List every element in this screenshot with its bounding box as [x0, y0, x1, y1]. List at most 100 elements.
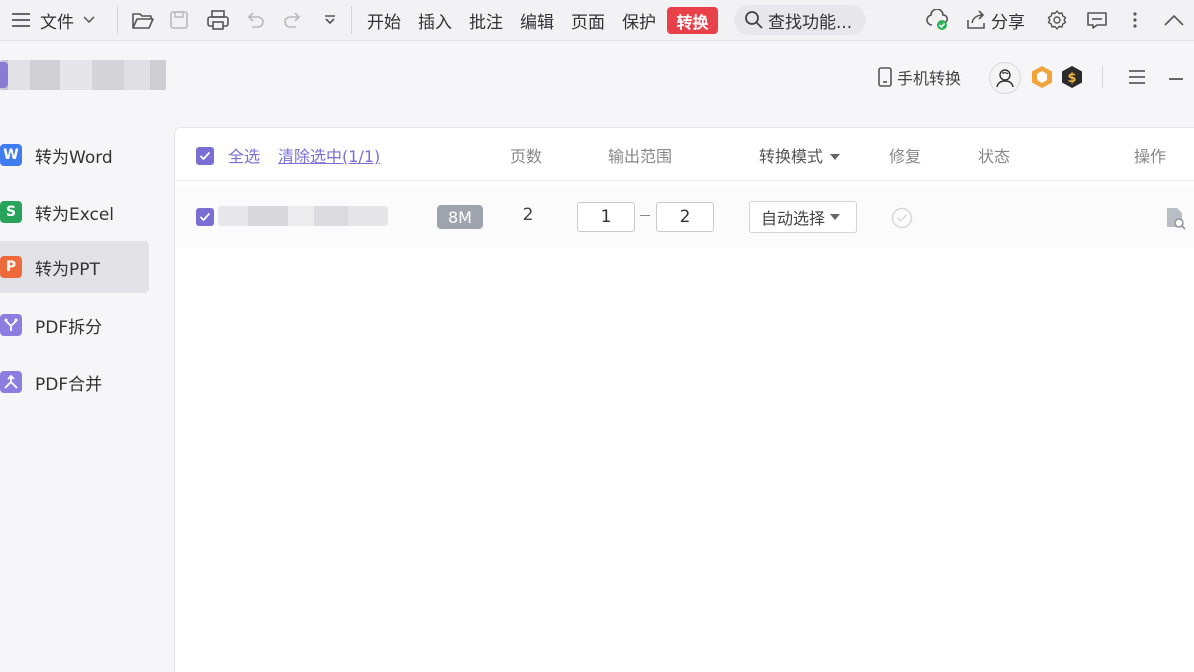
- minimize-button[interactable]: [1168, 57, 1184, 97]
- file-menu-label: 文件: [40, 12, 74, 33]
- sidebar-item-label: 转为Word: [35, 147, 113, 168]
- gear-icon: [1047, 10, 1067, 30]
- divider: [117, 6, 118, 34]
- tab-label: 批注: [469, 12, 503, 33]
- tab-insert[interactable]: 插入: [418, 0, 452, 40]
- chevron-down-icon: [325, 15, 335, 25]
- document-title-redacted: [0, 60, 166, 90]
- tab-label: 页面: [571, 12, 605, 33]
- word-icon: W: [0, 144, 22, 166]
- more-button[interactable]: [1130, 0, 1140, 40]
- avatar[interactable]: [989, 62, 1021, 94]
- hamburger-icon: [12, 13, 30, 27]
- membership-badge-icon[interactable]: [1030, 65, 1054, 89]
- range-to-input[interactable]: 2: [656, 202, 714, 232]
- tab-comment[interactable]: 批注: [469, 0, 503, 40]
- cloud-sync-icon: [926, 9, 949, 30]
- divider: [1102, 66, 1103, 88]
- menu-button[interactable]: [1127, 57, 1147, 97]
- file-menu[interactable]: 文件: [10, 0, 96, 40]
- ppt-icon: P: [0, 256, 22, 278]
- file-name-redacted: [218, 206, 388, 226]
- undo-button[interactable]: [245, 0, 265, 40]
- share-label: 分享: [991, 12, 1025, 33]
- printer-icon: [207, 10, 229, 30]
- tab-label: 开始: [367, 12, 401, 33]
- page-count: 2: [522, 205, 534, 225]
- settings-button[interactable]: [1046, 0, 1068, 40]
- tab-start[interactable]: 开始: [367, 0, 401, 40]
- phone-convert-label: 手机转换: [897, 69, 962, 88]
- sidebar-item-to-ppt[interactable]: P 转为PPT: [0, 241, 149, 293]
- caret-down-icon: [830, 214, 841, 220]
- select-all-label[interactable]: 全选: [228, 145, 260, 169]
- row-checkbox[interactable]: [196, 208, 214, 226]
- phone-icon: [878, 67, 892, 87]
- repair-check-icon[interactable]: [891, 207, 913, 229]
- sidebar-item-label: PDF合并: [35, 374, 103, 395]
- select-all-checkbox[interactable]: [196, 147, 214, 165]
- tab-edit[interactable]: 编辑: [520, 0, 554, 40]
- excel-icon: S: [0, 201, 22, 223]
- save-button[interactable]: [169, 0, 189, 40]
- split-icon: [0, 314, 22, 336]
- redo-button[interactable]: [283, 0, 303, 40]
- search-label: 查找功能...: [768, 12, 853, 33]
- print-button[interactable]: [206, 0, 230, 40]
- tab-convert[interactable]: 转换: [667, 7, 718, 34]
- sidebar: W 转为Word S 转为Excel P 转为PPT PDF拆分 PDF合并: [0, 127, 174, 672]
- range-from-input[interactable]: 1: [577, 202, 635, 232]
- feedback-button[interactable]: [1086, 0, 1108, 40]
- search-functions[interactable]: 查找功能...: [734, 5, 866, 35]
- sidebar-item-label: 转为PPT: [35, 259, 100, 280]
- column-header-pages: 页数: [510, 147, 543, 166]
- message-icon: [1087, 12, 1107, 29]
- column-header-mode[interactable]: 转换模式: [759, 145, 841, 169]
- file-size-badge: 8M: [437, 205, 483, 229]
- hamburger-icon: [1129, 70, 1145, 84]
- column-header-range: 输出范围: [608, 147, 673, 166]
- check-icon: [199, 212, 211, 222]
- merge-icon: [0, 371, 22, 393]
- tab-label: 保护: [622, 12, 656, 33]
- conversion-mode-value: 自动选择: [761, 209, 826, 228]
- minimize-icon: [1169, 78, 1183, 80]
- divider: [351, 6, 352, 34]
- quick-access-dropdown[interactable]: [323, 0, 337, 40]
- more-vertical-icon: [1133, 12, 1137, 28]
- header-divider: [176, 180, 1194, 181]
- undo-icon: [247, 12, 264, 28]
- sidebar-item-to-excel[interactable]: S 转为Excel: [0, 186, 149, 238]
- tab-protect[interactable]: 保护: [622, 0, 656, 40]
- clear-selection-link[interactable]: 清除选中(1/1): [278, 145, 380, 169]
- coin-badge-icon[interactable]: $: [1060, 65, 1084, 89]
- tab-page[interactable]: 页面: [571, 0, 605, 40]
- preview-file-icon[interactable]: [1165, 206, 1187, 230]
- user-avatar-icon: [996, 69, 1014, 88]
- chevron-up-icon: [1164, 14, 1184, 26]
- tab-label: 编辑: [520, 12, 554, 33]
- collapse-ribbon-button[interactable]: [1163, 0, 1185, 40]
- share-button[interactable]: 分享: [965, 0, 1025, 40]
- sidebar-item-to-word[interactable]: W 转为Word: [0, 129, 149, 181]
- folder-open-icon: [132, 13, 154, 29]
- cloud-sync-button[interactable]: [925, 0, 951, 40]
- save-icon: [170, 11, 188, 29]
- search-icon: [745, 11, 763, 29]
- chevron-down-icon: [83, 16, 95, 24]
- sidebar-item-pdf-split[interactable]: PDF拆分: [0, 299, 149, 351]
- open-button[interactable]: [131, 0, 155, 40]
- share-icon: [967, 10, 985, 29]
- top-menu-bar: 文件 开始 插入 批注 编辑 页面 保护 转换 查找功能... 分享: [0, 0, 1194, 41]
- sidebar-item-pdf-merge[interactable]: PDF合并: [0, 356, 149, 408]
- sidebar-item-label: PDF拆分: [35, 317, 103, 338]
- conversion-mode-select[interactable]: 自动选择: [749, 201, 857, 233]
- column-header-repair: 修复: [889, 147, 922, 166]
- check-icon: [199, 151, 211, 161]
- sidebar-item-label: 转为Excel: [35, 204, 115, 225]
- redo-icon: [284, 12, 301, 28]
- column-header-mode-label: 转换模式: [759, 147, 824, 166]
- caret-down-icon: [830, 154, 841, 160]
- column-header-status: 状态: [978, 147, 1011, 166]
- phone-convert-button[interactable]: 手机转换: [877, 65, 961, 89]
